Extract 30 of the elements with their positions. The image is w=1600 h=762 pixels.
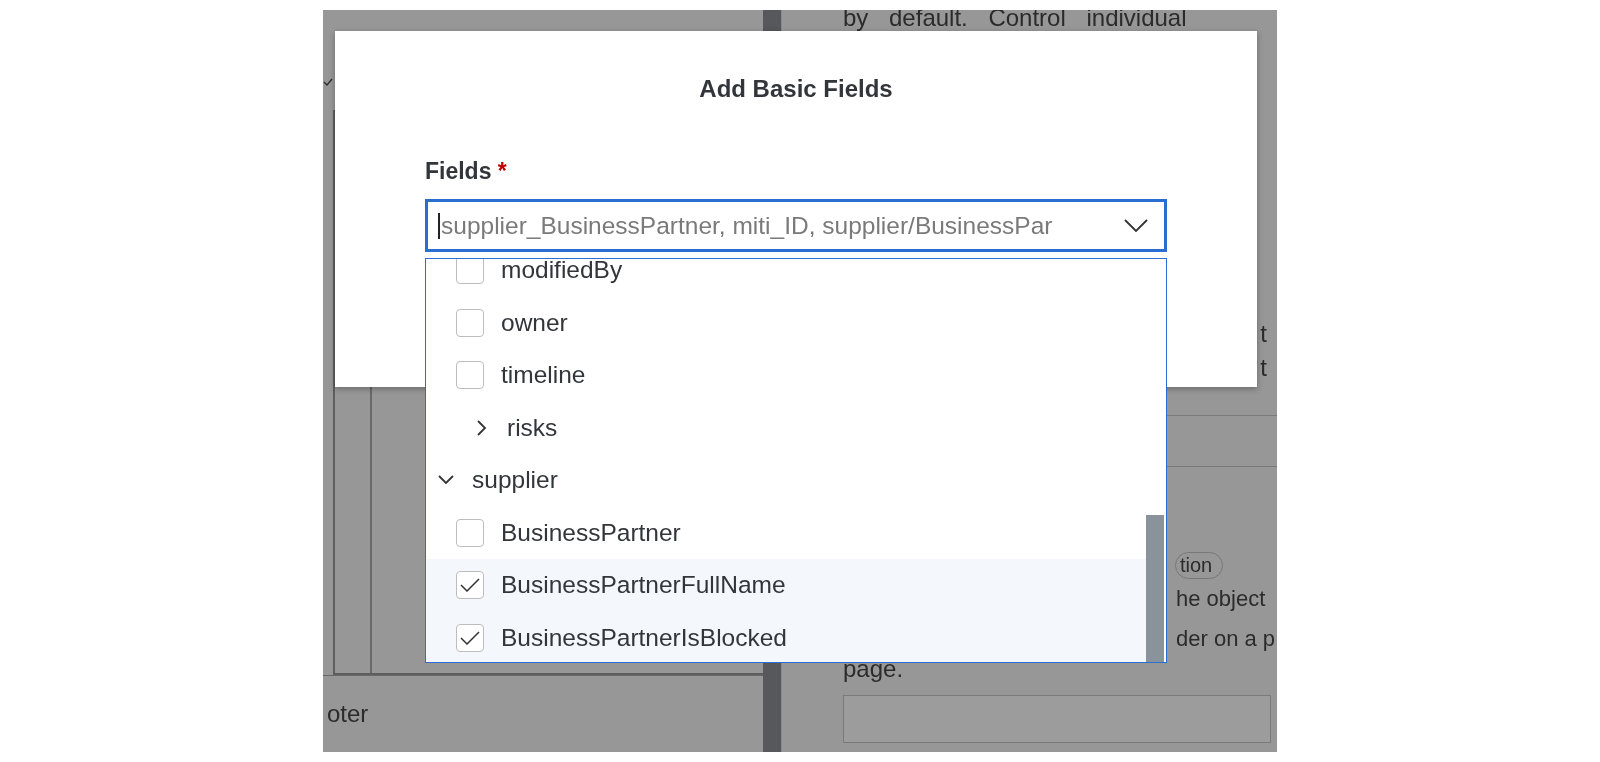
list-item[interactable]: owner <box>426 296 1146 349</box>
list-item[interactable]: modifiedBy <box>426 259 1146 297</box>
list-item[interactable]: BusinessPartnerFullName <box>426 559 1146 612</box>
description-text: der on a p <box>1175 625 1277 653</box>
tree-node[interactable]: supplier <box>426 454 1146 507</box>
checkbox[interactable] <box>456 571 484 600</box>
checkmark-icon <box>460 578 480 593</box>
tree-node[interactable]: risks <box>426 401 1146 454</box>
footer-text: oter <box>327 700 369 728</box>
description-text: he object <box>1175 585 1267 613</box>
chevron-down-icon <box>438 475 454 486</box>
check-icon <box>323 78 333 86</box>
description-text: t <box>1260 319 1267 349</box>
input-field[interactable] <box>843 695 1271 743</box>
list-item[interactable]: BusinessPartner <box>426 506 1146 559</box>
checkbox[interactable] <box>456 623 484 652</box>
list-item[interactable]: BusinessPartnerIsBlocked <box>426 611 1146 662</box>
checkmark-icon <box>460 630 480 645</box>
checkbox[interactable] <box>456 259 484 285</box>
field-label: Fields * <box>425 158 508 185</box>
multi-select-field[interactable]: supplier_BusinessPartner, miti_ID, supplier/BusinessPar <box>425 199 1167 252</box>
dialog-title: Add Basic Fields <box>698 75 894 103</box>
scrollbar-thumb[interactable] <box>1146 515 1164 662</box>
list-item[interactable]: timeline <box>426 349 1146 402</box>
description-text: t <box>1260 353 1267 383</box>
checkbox[interactable] <box>456 518 484 547</box>
checkbox[interactable] <box>456 361 484 390</box>
chevron-right-icon <box>477 419 487 436</box>
caret-icon <box>1124 218 1148 233</box>
checkbox[interactable] <box>456 308 484 337</box>
